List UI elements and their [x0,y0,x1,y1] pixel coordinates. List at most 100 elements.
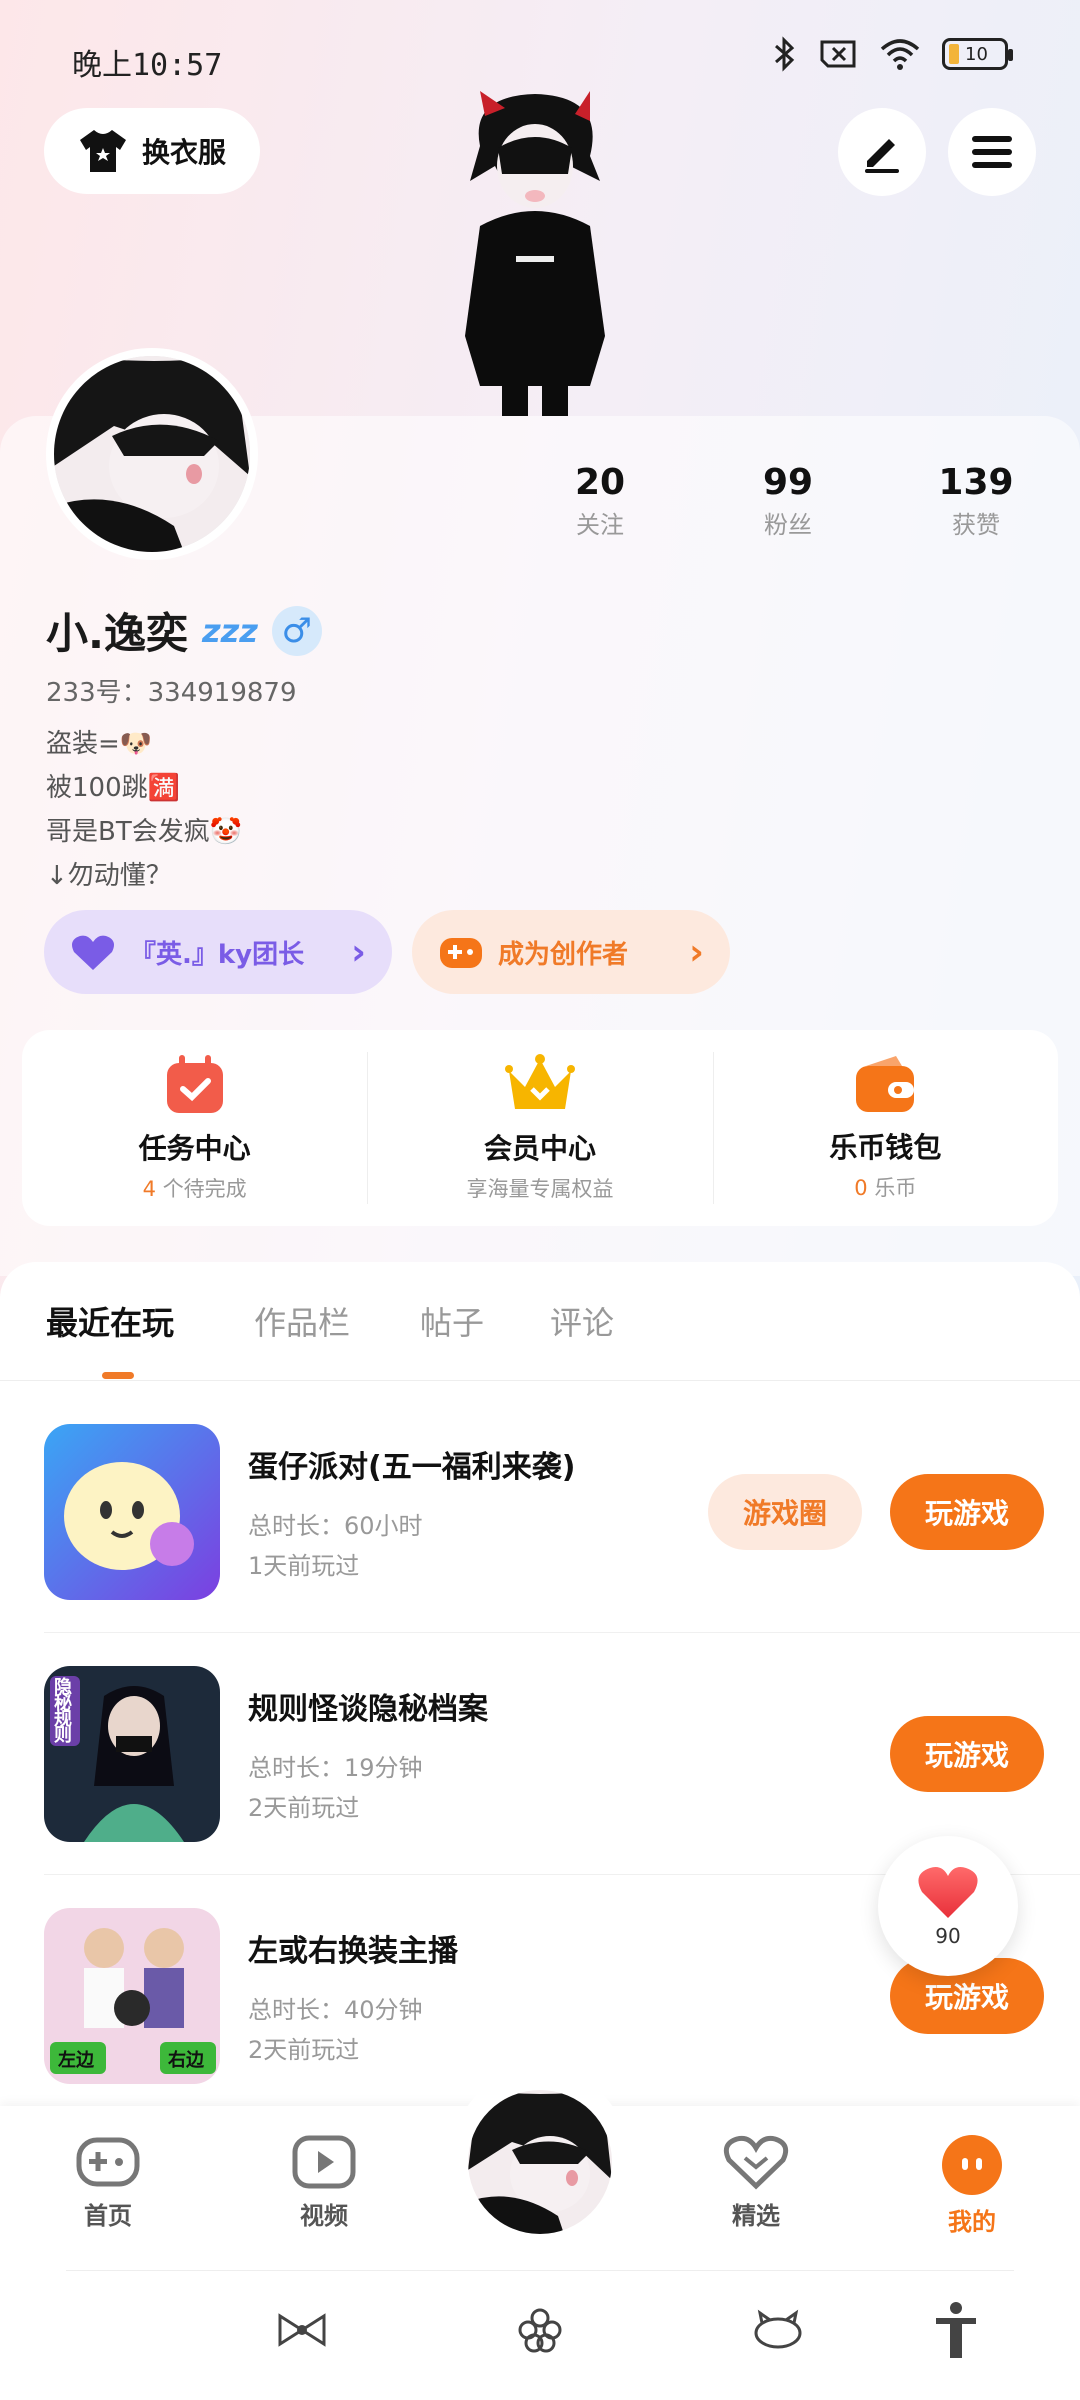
task-calendar-icon [166,1055,223,1113]
username: 小.逸奕 [46,609,188,658]
face-icon [942,2135,1002,2195]
nav-center-avatar[interactable] [464,2086,616,2238]
feature-title: 会员中心 [483,1132,596,1165]
pencil-icon [865,139,899,173]
thumbnail-left-label: 左边 [58,2050,94,2071]
user-id[interactable]: 233号：334919879 [46,672,297,709]
battery-icon: 10 [942,38,1013,70]
flower-icon[interactable] [510,2300,570,2360]
battery-level: 10 [965,43,988,65]
feature-subtitle: 享海量专属权益 [466,1177,614,1201]
game-thumbnail: 隐秘规则 [44,1666,220,1842]
stat-label: 粉丝 [764,511,812,539]
heart-icon [72,935,114,970]
group-leader-pill[interactable]: 『英.』ky团长 › [44,910,392,994]
heart-badge-icon [723,2135,789,2190]
nav-video[interactable]: 视频 [264,2134,384,2231]
heart-icon [918,1867,978,1918]
tshirt-icon [79,130,126,172]
stat-label: 获赞 [952,511,1000,539]
chevron-right-icon: › [351,931,366,973]
coin-wallet[interactable]: 乐币钱包 0 乐币 [712,1030,1058,1226]
character-avatar[interactable] [440,86,630,416]
nav-home[interactable]: 首页 [48,2134,168,2231]
nav-label: 精选 [732,2202,780,2230]
like-float-button[interactable]: 90 [878,1836,1018,1976]
chevron-right-icon: › [689,931,704,973]
video-play-icon [292,2135,356,2189]
wallet-icon [856,1056,915,1112]
profile-avatar[interactable] [46,348,258,560]
stat-fans[interactable]: 99 粉丝 [718,462,858,540]
thumbnail-right-label: 右边 [168,2050,204,2071]
no-sim-icon [820,40,856,68]
game-thumbnail: 左边 右边 [44,1908,220,2084]
accessibility-icon[interactable] [926,2300,986,2360]
feature-title: 乐币钱包 [829,1131,942,1164]
username-row: 小.逸奕 zzz ♂ [46,600,322,661]
group-label: 『英.』ky团长 [130,939,305,970]
stat-label: 关注 [576,511,624,539]
nav-label: 首页 [84,2202,132,2230]
game-title: 蛋仔派对(五一福利来袭) [248,1450,576,1485]
feature-title: 任务中心 [138,1132,251,1165]
edit-button[interactable] [838,108,926,196]
gamepad-plus-icon [440,938,482,968]
game-thumbnail [44,1424,220,1600]
feature-card: 任务中心 4 个待完成 会员中心 享海量专属权益 乐币钱包 0 乐币 [22,1030,1058,1226]
gender-male-icon: ♂ [271,605,322,656]
stat-likes[interactable]: 139 获赞 [906,462,1046,540]
game-last-played: 2天前玩过 [248,1794,360,1822]
creator-label: 成为创作者 [498,939,629,970]
game-title: 规则怪谈隐秘档案 [248,1692,488,1727]
stat-number: 99 [762,462,814,503]
nav-featured[interactable]: 精选 [696,2134,816,2231]
game-row[interactable]: 隐秘规则 规则怪谈隐秘档案 总时长：19分钟 2天前玩过 玩游戏 [44,1666,1044,1846]
nav-label: 我的 [948,2208,996,2236]
tab-posts[interactable]: 帖子 [420,1298,484,1344]
dressup-label: 换衣服 [141,136,226,169]
bow-icon[interactable] [272,2300,332,2360]
status-time: 晚上10:57 [72,48,223,83]
bio-line: 盗装=🐶 [46,729,153,759]
user-bio: 盗装=🐶 被100跳🈵 哥是BT会发疯🤡 ↓勿动懂？ [46,722,242,898]
game-title: 左或右换装主播 [248,1934,458,1969]
gamepad-icon [76,2137,140,2187]
game-circle-button[interactable]: 游戏圈 [708,1474,862,1550]
divider [66,2270,1014,2271]
play-game-button[interactable]: 玩游戏 [890,1474,1044,1550]
bio-line: ↓勿动懂？ [46,861,172,891]
stat-following[interactable]: 20 关注 [530,462,670,540]
sleeping-zzz-icon: zzz [201,611,258,650]
divider [44,1632,1080,1633]
tab-recent-played[interactable]: 最近在玩 [46,1298,174,1344]
cat-icon[interactable] [748,2300,808,2360]
bio-line: 被100跳🈵 [46,773,180,803]
stat-number: 139 [938,462,1014,503]
wifi-icon [880,39,920,70]
feature-subtitle: 4 个待完成 [142,1177,247,1201]
nav-mine[interactable]: 我的 [912,2134,1032,2237]
tab-comments[interactable]: 评论 [550,1298,614,1344]
feature-subtitle: 0 乐币 [854,1176,917,1200]
game-last-played: 2天前玩过 [248,2036,360,2064]
bluetooth-icon [775,36,795,72]
game-row[interactable]: 蛋仔派对(五一福利来袭) 总时长：60小时 1天前玩过 游戏圈 玩游戏 [44,1424,1044,1604]
stat-number: 20 [574,462,626,503]
thumbnail-text: 隐秘规则 [54,1677,72,1746]
play-game-button[interactable]: 玩游戏 [890,1716,1044,1792]
tab-works[interactable]: 作品栏 [254,1298,350,1344]
menu-icon [972,136,1012,168]
become-creator-pill[interactable]: 成为创作者 › [412,910,730,994]
task-center[interactable]: 任务中心 4 个待完成 [22,1030,367,1226]
game-duration: 总时长：19分钟 [248,1754,423,1782]
bio-line: 哥是BT会发疯🤡 [46,817,243,847]
vip-center[interactable]: 会员中心 享海量专属权益 [367,1030,712,1226]
divider [0,1380,1080,1381]
dressup-button[interactable]: 换衣服 [44,108,260,194]
avatar-image [54,356,250,552]
menu-button[interactable] [948,108,1036,196]
game-duration: 总时长：60小时 [248,1512,423,1540]
tab-indicator [102,1372,134,1379]
status-icons: 10 [772,36,1013,72]
